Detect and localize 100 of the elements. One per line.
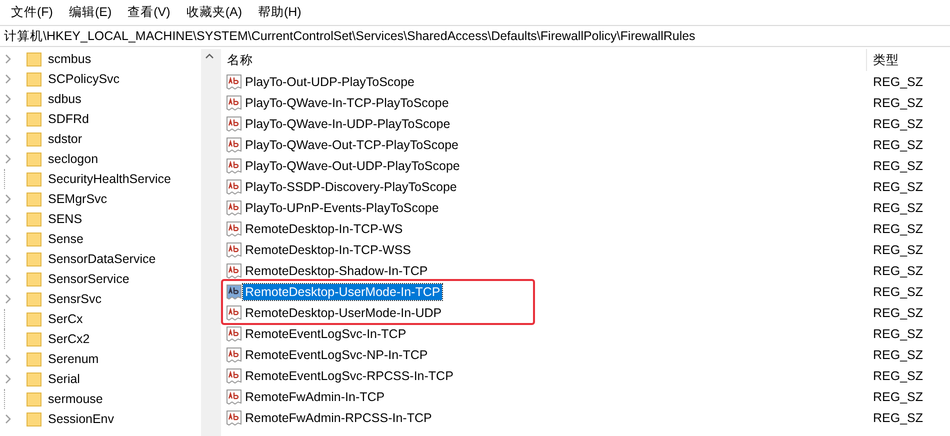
chevron-right-icon[interactable] — [4, 274, 12, 284]
chevron-right-icon[interactable] — [4, 234, 12, 244]
value-name[interactable]: PlayTo-UPnP-Events-PlayToScope — [243, 200, 441, 216]
value-type: REG_SZ — [872, 116, 924, 130]
tree-item[interactable]: SensorService — [48, 272, 130, 286]
value-type: REG_SZ — [872, 138, 924, 152]
string-value-icon — [226, 410, 242, 426]
address-bar[interactable]: 计算机\HKEY_LOCAL_MACHINE\SYSTEM\CurrentControlSet\Services\SharedAccess\Defaults\FirewallPolicy\FirewallRules — [0, 25, 950, 47]
menu-item[interactable]: 文件(F) — [4, 4, 60, 21]
value-name[interactable]: RemoteFwAdmin-RPCSS-In-TCP — [243, 410, 434, 426]
tree-item[interactable]: SensorDataService — [48, 252, 156, 266]
folder-icon — [26, 171, 42, 187]
tree-item[interactable]: sdstor — [48, 132, 82, 146]
string-value-icon — [226, 200, 242, 216]
value-type: REG_SZ — [872, 264, 924, 278]
tree-item[interactable]: Serial — [48, 372, 80, 386]
chevron-right-icon[interactable] — [4, 94, 12, 104]
tree-item[interactable]: scmbus — [48, 52, 92, 66]
value-type: REG_SZ — [872, 368, 924, 382]
value-name[interactable]: RemoteDesktop-UserMode-In-UDP — [243, 304, 444, 320]
value-name[interactable]: RemoteFwAdmin-In-TCP — [243, 388, 387, 404]
tree-item[interactable]: Sense — [48, 232, 84, 246]
tree-item[interactable]: SerCx — [48, 312, 83, 326]
tree-item[interactable]: SEMgrSvc — [48, 192, 108, 206]
folder-icon — [26, 131, 42, 147]
value-name[interactable]: RemoteDesktop-Shadow-In-TCP — [243, 262, 430, 278]
string-value-icon — [226, 116, 242, 132]
chevron-right-icon[interactable] — [4, 154, 12, 164]
folder-icon — [26, 71, 42, 87]
tree-item[interactable]: Serenum — [48, 352, 99, 366]
string-value-icon — [226, 94, 242, 110]
folder-icon — [26, 251, 42, 267]
value-name[interactable]: RemoteDesktop-In-TCP-WS — [243, 220, 405, 236]
string-value-icon — [226, 284, 242, 300]
chevron-right-icon[interactable] — [4, 294, 12, 304]
folder-icon — [26, 191, 42, 207]
tree-item[interactable]: SENS — [48, 212, 82, 226]
tree-item[interactable]: SessionEnv — [48, 412, 114, 426]
value-name[interactable]: PlayTo-QWave-In-UDP-PlayToScope — [243, 116, 452, 132]
value-name[interactable]: RemoteDesktop-UserMode-In-TCP — [243, 284, 442, 300]
value-type: REG_SZ — [872, 222, 924, 236]
value-name[interactable]: RemoteEventLogSvc-In-TCP — [243, 326, 408, 342]
scroll-up-icon[interactable] — [205, 53, 214, 59]
tree-item[interactable]: seclogon — [48, 152, 98, 166]
scrollbar[interactable] — [201, 49, 218, 436]
tree-item[interactable]: SensrSvc — [48, 292, 102, 306]
chevron-right-icon[interactable] — [4, 374, 12, 384]
value-type: REG_SZ — [872, 306, 924, 320]
value-type: REG_SZ — [872, 410, 924, 424]
folder-icon — [26, 111, 42, 127]
folder-icon — [26, 291, 42, 307]
chevron-right-icon[interactable] — [4, 194, 12, 204]
string-value-icon — [226, 158, 242, 174]
folder-icon — [26, 51, 42, 67]
value-name[interactable]: PlayTo-Out-UDP-PlayToScope — [243, 74, 417, 90]
string-value-icon — [226, 304, 242, 320]
value-name[interactable]: PlayTo-QWave-Out-UDP-PlayToScope — [243, 158, 462, 174]
tree-item[interactable]: SCPolicySvc — [48, 72, 120, 86]
string-value-icon — [226, 388, 242, 404]
string-value-icon — [226, 346, 242, 362]
menu-item[interactable]: 帮助(H) — [250, 4, 308, 21]
chevron-right-icon[interactable] — [4, 54, 12, 64]
string-value-icon — [226, 368, 242, 384]
column-header[interactable]: 类型 — [867, 49, 899, 71]
folder-icon — [26, 411, 42, 427]
chevron-right-icon[interactable] — [4, 254, 12, 264]
value-type: REG_SZ — [872, 74, 924, 88]
string-value-icon — [226, 242, 242, 258]
folder-icon — [26, 331, 42, 347]
chevron-right-icon[interactable] — [4, 74, 12, 84]
folder-icon — [26, 311, 42, 327]
value-name[interactable]: RemoteEventLogSvc-NP-In-TCP — [243, 346, 430, 362]
value-type: REG_SZ — [872, 242, 924, 256]
value-type: REG_SZ — [872, 96, 924, 110]
menu-item[interactable]: 收藏夹(A) — [179, 4, 249, 21]
tree-item[interactable]: sermouse — [48, 392, 103, 406]
chevron-right-icon[interactable] — [4, 114, 12, 124]
tree-item[interactable]: SDFRd — [48, 112, 89, 126]
value-name[interactable]: PlayTo-QWave-In-TCP-PlayToScope — [243, 94, 451, 110]
chevron-right-icon[interactable] — [4, 134, 12, 144]
string-value-icon — [226, 178, 242, 194]
chevron-right-icon[interactable] — [4, 414, 12, 424]
string-value-icon — [226, 136, 242, 152]
value-name[interactable]: RemoteEventLogSvc-RPCSS-In-TCP — [243, 368, 456, 384]
folder-icon — [26, 351, 42, 367]
tree-item[interactable]: SerCx2 — [48, 332, 90, 346]
value-name[interactable]: PlayTo-SSDP-Discovery-PlayToScope — [243, 178, 459, 194]
menu-item[interactable]: 编辑(E) — [62, 4, 119, 21]
chevron-right-icon[interactable] — [4, 354, 12, 364]
tree-item[interactable]: sdbus — [48, 92, 82, 106]
value-name[interactable]: PlayTo-QWave-Out-TCP-PlayToScope — [243, 136, 460, 152]
string-value-icon — [226, 74, 242, 90]
chevron-right-icon[interactable] — [4, 214, 12, 224]
menu-item[interactable]: 查看(V) — [120, 4, 178, 21]
folder-icon — [26, 231, 42, 247]
column-header[interactable]: 名称 — [221, 49, 867, 71]
value-name[interactable]: RemoteDesktop-In-TCP-WSS — [243, 242, 414, 258]
tree-item[interactable]: SecurityHealthService — [48, 172, 171, 186]
value-type: REG_SZ — [872, 348, 924, 362]
folder-icon — [26, 151, 42, 167]
